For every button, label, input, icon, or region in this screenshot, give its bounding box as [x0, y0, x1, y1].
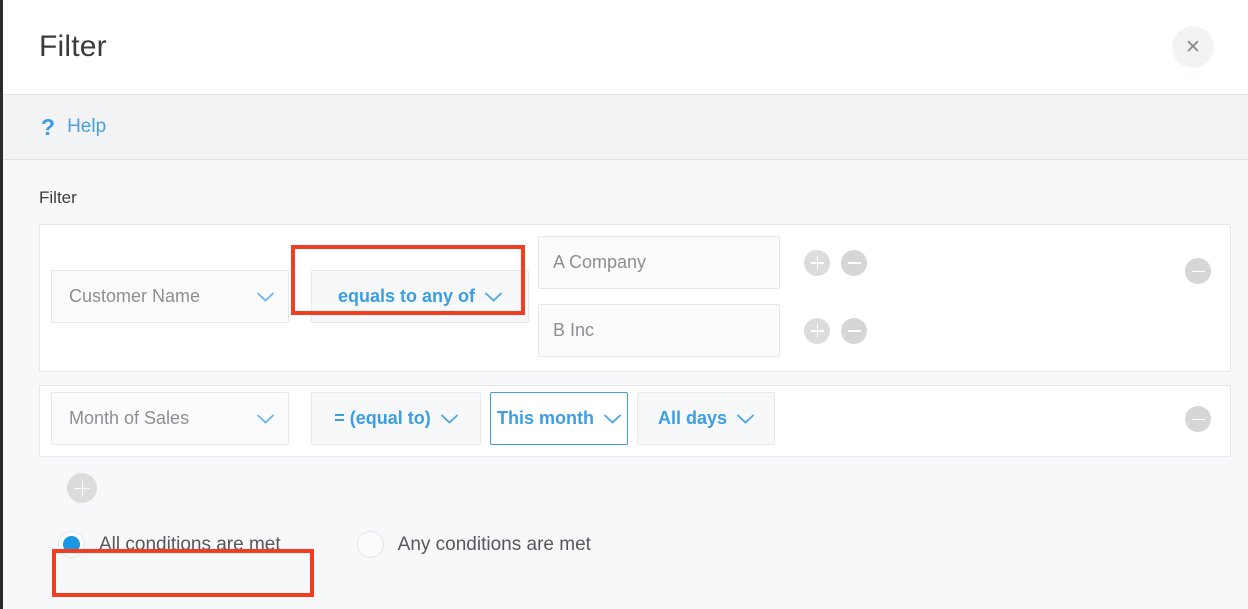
value-line-1: A Company — [538, 236, 867, 289]
chevron-down-icon — [485, 292, 502, 302]
radio-label: Any conditions are met — [397, 533, 591, 555]
chevron-down-icon — [257, 414, 274, 424]
condition-row-2: Month of Sales = (equal to) This month A… — [39, 385, 1231, 457]
add-value-button[interactable] — [804, 317, 830, 344]
chevron-down-icon — [257, 292, 274, 302]
condition-1-controls: Customer Name equals to any of A Company — [40, 225, 1230, 357]
value-input-text: A Company — [553, 252, 647, 272]
chevron-down-icon — [440, 414, 458, 424]
radio-label: All conditions are met — [99, 533, 281, 555]
close-icon: ✕ — [1185, 36, 1201, 58]
question-mark-icon: ? — [41, 113, 56, 140]
radio-unselected-icon — [356, 531, 384, 558]
minus-circle-icon — [847, 324, 861, 337]
value-input-a-company[interactable]: A Company — [538, 236, 780, 289]
remove-value-button[interactable] — [841, 249, 867, 276]
field-select-customer-name[interactable]: Customer Name — [51, 270, 289, 323]
operator-select-label: equals to any of — [337, 286, 476, 306]
radio-selected-icon — [58, 531, 85, 558]
close-button[interactable]: ✕ — [1172, 26, 1214, 68]
condition-row-1: Customer Name equals to any of A Company — [39, 224, 1231, 372]
add-value-button[interactable] — [804, 249, 830, 276]
operator-select-equals-any-of[interactable]: equals to any of — [311, 270, 529, 323]
value-line-1-buttons — [804, 249, 867, 276]
value-input-b-inc[interactable]: B Inc — [538, 304, 780, 357]
condition-2-controls: Month of Sales = (equal to) This month A… — [40, 386, 1230, 456]
plus-circle-icon — [810, 324, 824, 337]
page-title: Filter — [39, 30, 107, 63]
period-select-this-month[interactable]: This month — [490, 392, 628, 445]
filter-section-label: Filter — [39, 188, 77, 207]
minus-circle-icon — [1191, 413, 1205, 426]
filter-dialog: Filter ✕ ? Help Filter Customer Name equ… — [0, 0, 1248, 609]
field-select-month-of-sales[interactable]: Month of Sales — [51, 392, 289, 445]
radio-any-conditions-are-met[interactable]: Any conditions are met — [356, 531, 591, 558]
operator-select-equal-to[interactable]: = (equal to) — [311, 392, 481, 445]
add-condition-button[interactable] — [67, 473, 97, 503]
radio-all-conditions-are-met[interactable]: All conditions are met — [58, 531, 281, 558]
days-select-label: All days — [657, 408, 728, 428]
plus-circle-icon — [74, 480, 90, 496]
value-line-2: B Inc — [538, 304, 867, 357]
period-select-label: This month — [497, 408, 594, 428]
field-select-label: Month of Sales — [69, 408, 190, 428]
remove-condition-row-1-button[interactable] — [1185, 258, 1211, 284]
chevron-down-icon — [604, 414, 621, 424]
remove-value-button[interactable] — [841, 317, 867, 344]
dialog-header: Filter ✕ — [3, 0, 1248, 95]
plus-circle-icon — [810, 256, 824, 269]
help-link[interactable]: Help — [67, 116, 106, 138]
minus-circle-icon — [847, 256, 861, 269]
value-input-text: B Inc — [553, 320, 595, 340]
minus-circle-icon — [1191, 265, 1205, 278]
operator-select-label: = (equal to) — [334, 408, 431, 428]
match-mode-group: All conditions are met Any conditions ar… — [39, 531, 1248, 558]
days-select-all-days[interactable]: All days — [637, 392, 775, 445]
field-select-label: Customer Name — [69, 286, 201, 306]
filter-content: Filter Customer Name equals to any of A … — [3, 160, 1248, 558]
value-line-2-buttons — [804, 317, 867, 344]
add-condition-row — [67, 473, 1248, 503]
value-list: A Company B Inc — [538, 236, 867, 357]
help-bar: ? Help — [3, 95, 1248, 160]
chevron-down-icon — [737, 414, 754, 424]
remove-condition-row-2-button[interactable] — [1185, 406, 1211, 432]
